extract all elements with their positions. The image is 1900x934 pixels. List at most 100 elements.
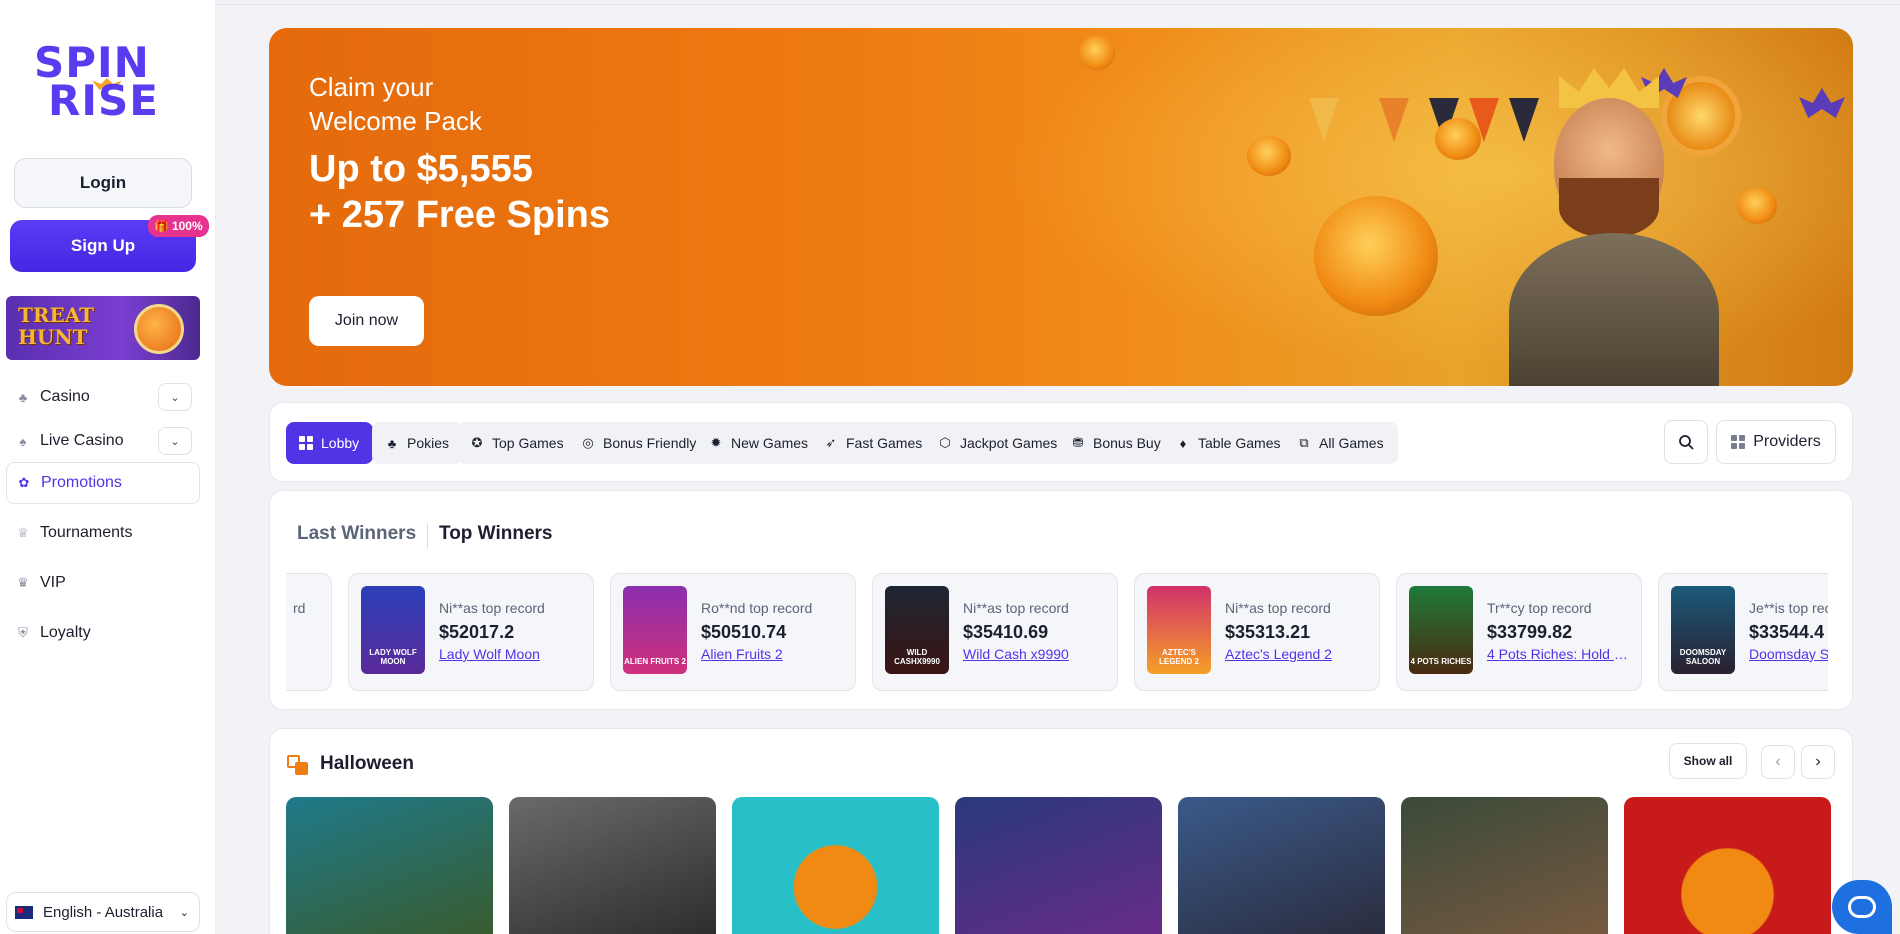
tab-new-games[interactable]: ✹ New Games <box>696 422 823 464</box>
game-thumbnail[interactable]: AZTEC'S LEGEND 2 <box>1147 586 1211 674</box>
game-tile[interactable] <box>1178 797 1385 934</box>
signup-badge-label: 100% <box>171 219 203 233</box>
chevron-right-icon[interactable]: › <box>1801 745 1835 779</box>
winner-name: Ni**as top record <box>439 600 545 616</box>
tab-bonus-buy[interactable]: ⛃ Bonus Buy <box>1058 422 1175 464</box>
providers-label: Providers <box>1753 433 1821 450</box>
winner-amount: $35410.69 <box>963 622 1049 642</box>
tab-all-games[interactable]: ⧉ All Games <box>1284 422 1398 464</box>
thumbnail-title: DOOMSDAY SALOON <box>1679 648 1727 666</box>
tab-table-games[interactable]: ♦ Table Games <box>1163 422 1295 464</box>
tab-lobby[interactable]: Lobby <box>286 422 374 464</box>
banner-offer: Up to $5,555 + 257 Free Spins <box>309 148 610 236</box>
knight-armor <box>1509 233 1719 386</box>
thumbnail-title: 4 POTS RICHES <box>1410 657 1472 666</box>
sidebar-item-tournaments[interactable]: ♕ Tournaments <box>6 512 200 554</box>
grid-icon <box>1731 435 1746 449</box>
search-button[interactable] <box>1664 420 1708 464</box>
tab-label: Jackpot Games <box>960 435 1058 451</box>
game-tile[interactable] <box>509 797 716 934</box>
tab-label: Table Games <box>1198 435 1281 451</box>
winner-card[interactable]: rd <box>286 573 332 691</box>
game-link[interactable]: Aztec's Legend 2 <box>1225 646 1332 662</box>
winner-card[interactable]: ALIEN FRUITS 2 Ro**nd top record $50510.… <box>610 573 856 691</box>
game-tile[interactable] <box>1624 797 1831 934</box>
chevron-left-icon[interactable]: ‹ <box>1761 745 1795 779</box>
tab-bonus-friendly[interactable]: ◎ Bonus Friendly <box>568 422 711 464</box>
tab-last-winners[interactable]: Last Winners <box>297 523 416 545</box>
thumbnail-title: LADY WOLF MOON <box>369 648 417 666</box>
tab-label: All Games <box>1319 435 1384 451</box>
welcome-banner[interactable]: Claim your Welcome Pack Up to $5,555 + 257… <box>269 28 1853 386</box>
sidebar-item-casino[interactable]: ♣ Casino ⌄ <box>6 376 200 418</box>
winner-card[interactable]: DOOMSDAY SALOON Je**is top record $33544… <box>1658 573 1828 691</box>
tab-pokies[interactable]: ♣ Pokies <box>372 422 464 464</box>
game-tile[interactable] <box>955 797 1162 934</box>
game-thumbnail[interactable]: ALIEN FRUITS 2 <box>623 586 687 674</box>
site-logo[interactable]: SPIN RISE <box>34 42 174 122</box>
sidebar-item-label: Casino <box>40 388 90 405</box>
search-icon <box>1679 435 1694 450</box>
signup-bonus-badge: 🎁 100% <box>148 215 209 237</box>
knight-mascot <box>1499 58 1729 386</box>
spade-icon: ♠ <box>19 433 27 449</box>
sidebar-item-vip[interactable]: ♛ VIP <box>6 562 200 604</box>
jack-o-lantern-icon <box>1314 196 1438 316</box>
tab-top-games[interactable]: ✪ Top Games <box>457 422 578 464</box>
winner-card[interactable]: AZTEC'S LEGEND 2 Ni**as top record $3531… <box>1134 573 1380 691</box>
show-all-button[interactable]: Show all <box>1669 743 1747 779</box>
game-thumbnail[interactable]: DOOMSDAY SALOON <box>1671 586 1735 674</box>
new-icon: ✹ <box>710 435 722 450</box>
winner-amount: $52017.2 <box>439 622 515 642</box>
pumpkin-icon <box>1079 36 1115 70</box>
game-link[interactable]: Doomsday Saloon <box>1749 646 1828 662</box>
sidebar-item-live-casino[interactable]: ♠ Live Casino ⌄ <box>6 420 200 462</box>
gem-icon: ⬡ <box>939 435 951 450</box>
game-link[interactable]: Wild Cash x9990 <box>963 646 1069 662</box>
winner-name: rd <box>293 600 306 616</box>
winner-name: Ni**as top record <box>1225 600 1331 616</box>
join-now-button[interactable]: Join now <box>309 296 424 346</box>
game-link[interactable]: 4 Pots Riches: Hold and Win <box>1487 646 1633 662</box>
game-tile[interactable] <box>732 797 939 934</box>
language-label: English - Australia <box>43 903 164 921</box>
game-thumbnail[interactable]: LADY WOLF MOON <box>361 586 425 674</box>
sidebar-item-label: Promotions <box>41 474 122 491</box>
winner-card[interactable]: WILD CASHX9990 Ni**as top record $35410.… <box>872 573 1118 691</box>
australia-flag-icon <box>15 905 33 919</box>
providers-button[interactable]: Providers <box>1716 420 1836 464</box>
sidebar-item-label: VIP <box>40 574 66 591</box>
tab-label: New Games <box>731 435 809 451</box>
sidebar-item-label: Loyalty <box>40 624 91 641</box>
grid-icon <box>298 435 314 451</box>
game-thumbnail[interactable]: WILD CASHX9990 <box>885 586 949 674</box>
winner-card[interactable]: LADY WOLF MOON Ni**as top record $52017.… <box>348 573 594 691</box>
game-tile[interactable] <box>1401 797 1608 934</box>
winner-card[interactable]: 4 POTS RICHES Tr**cy top record $33799.8… <box>1396 573 1642 691</box>
sidebar-item-loyalty[interactable]: ⛨ Loyalty <box>6 612 200 654</box>
winner-name: Ro**nd top record <box>701 600 813 616</box>
chevron-down-icon[interactable]: ⌄ <box>158 427 192 455</box>
tab-top-winners[interactable]: Top Winners <box>439 523 552 545</box>
chevron-down-icon[interactable]: ⌄ <box>158 383 192 411</box>
treat-hunt-title: TREAT HUNT <box>18 303 95 349</box>
thumbnail-title: AZTEC'S LEGEND 2 <box>1158 648 1199 666</box>
treat-hunt-banner[interactable]: TREAT HUNT <box>6 296 200 360</box>
cherries-icon: ♣ <box>18 389 28 405</box>
gift-icon: ✿ <box>18 475 30 490</box>
winner-amount: $35313.21 <box>1225 622 1311 642</box>
tab-jackpot-games[interactable]: ⬡ Jackpot Games <box>925 422 1072 464</box>
gift-icon: 🎁 <box>154 219 169 233</box>
sidebar-item-promotions[interactable]: ✿ Promotions <box>6 462 200 504</box>
game-thumbnail[interactable]: 4 POTS RICHES <box>1409 586 1473 674</box>
login-button[interactable]: Login <box>14 158 192 208</box>
live-chat-button[interactable] <box>1832 880 1892 934</box>
game-link[interactable]: Lady Wolf Moon <box>439 646 540 662</box>
section-title: Halloween <box>320 753 414 774</box>
game-tile[interactable] <box>286 797 493 934</box>
game-link[interactable]: Alien Fruits 2 <box>701 646 783 662</box>
moneybag-icon: ◎ <box>582 435 594 450</box>
language-select[interactable]: English - Australia ⌄ <box>6 892 200 932</box>
tab-fast-games[interactable]: ➶ Fast Games <box>811 422 937 464</box>
winners-carousel[interactable]: rd LADY WOLF MOON Ni**as top record $520… <box>286 573 1828 691</box>
